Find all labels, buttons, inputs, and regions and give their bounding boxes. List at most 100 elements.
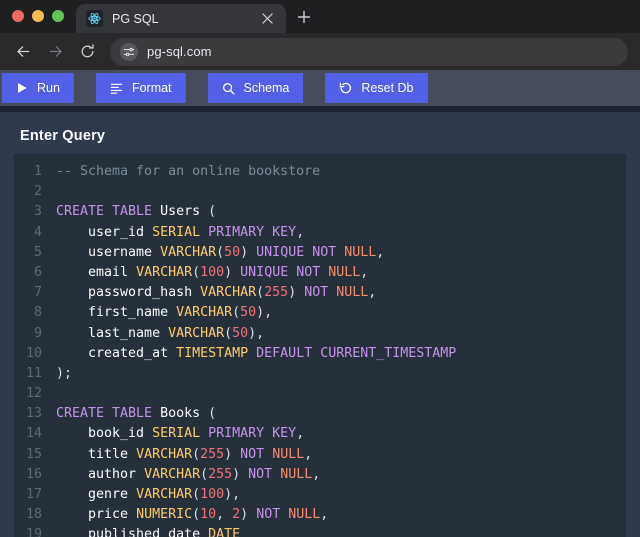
code-token: Books [160,406,201,422]
code-token: VARCHAR [136,487,193,502]
code-token: ), [256,305,273,321]
code-token: 50 [224,244,241,260]
react-logo-icon [86,10,103,27]
navigation-bar: pg-sql.com [0,33,640,70]
browser-tab-pg-sql[interactable]: PG SQL [76,4,286,33]
format-button[interactable]: Format [95,73,186,103]
code-token: VARCHAR [176,305,233,321]
reset-db-button[interactable]: Reset Db [325,73,428,103]
code-token: NULL [280,466,313,482]
code-token: UNIQUE NOT [256,244,345,260]
line-number: 13 [25,406,42,422]
page-title: Enter Query [20,128,106,144]
code-content[interactable]: -- Schema for an online bookstore CREATE… [48,154,626,537]
code-token: NOT [248,466,281,482]
sql-code-editor[interactable]: 1 2 3 4 5 6 7 8 9 10 11 12 13 14 15 16 17 18 19 -- Schema … [14,154,626,537]
line-number: 10 [25,345,42,361]
new-tab-button[interactable] [290,3,318,31]
play-icon [16,82,28,94]
code-token: ) [240,507,257,523]
code-token: ( [216,244,225,260]
code-token: , [216,507,233,523]
code-line: -- Schema for an online bookstore [56,162,626,182]
reset-db-button-label: Reset Db [361,81,414,95]
code-token: , [360,264,369,280]
code-token: 255 [264,285,289,301]
back-button[interactable] [8,37,38,67]
maximize-window-button[interactable] [52,10,64,22]
line-number: 8 [33,305,42,321]
code-token: , [312,466,321,482]
code-token: ( [192,446,201,462]
code-token: email [56,264,137,280]
format-lines-icon [110,82,123,95]
line-number: 3 [33,204,42,220]
schema-button[interactable]: Schema [207,73,304,103]
code-token: 255 [200,446,225,462]
address-bar[interactable]: pg-sql.com [110,37,628,66]
code-line: CREATE TABLE Books ( [56,404,626,424]
code-token: ) [240,244,257,260]
code-token: NULL [288,507,321,523]
code-token: ) [224,446,241,462]
run-button[interactable]: Run [2,73,74,103]
line-number: 14 [25,426,42,442]
code-token: , [368,285,377,301]
code-token: first_name [56,305,177,321]
tab-strip: PG SQL [0,0,640,33]
code-token: 255 [208,466,233,482]
code-token: , [296,426,305,442]
code-line: created_at TIMESTAMP DEFAULT CURRENT_TIM… [56,344,626,364]
code-token: 50 [232,325,249,341]
reload-button[interactable] [72,37,102,67]
code-token: CREATE TABLE [56,406,161,422]
line-number: 5 [33,244,42,260]
code-token: NULL [336,285,369,301]
line-number-gutter: 1 2 3 4 5 6 7 8 9 10 11 12 13 14 15 16 17 18 19 [14,154,48,537]
code-token: title [56,446,137,462]
close-icon[interactable] [259,10,276,27]
code-token: price [56,507,137,523]
line-number: 18 [25,507,42,523]
window-traffic-lights [0,10,76,33]
minimize-window-button[interactable] [32,10,44,22]
line-number: 2 [33,184,42,200]
code-token: ( [192,264,201,280]
code-token: Users [160,204,201,220]
code-token: last_name [56,325,169,341]
code-line: first_name VARCHAR(50), [56,303,626,323]
code-token: 2 [232,507,241,523]
code-token: user_id [56,224,153,240]
code-token: NULL [344,244,377,260]
page-viewport: Run Format Schema Reset Db Enter Query 1… [0,70,640,537]
code-token: ) [288,285,305,301]
code-token: password_hash [56,285,201,301]
code-line: title VARCHAR(255) NOT NULL, [56,445,626,465]
close-window-button[interactable] [12,10,24,22]
code-line: book_id SERIAL PRIMARY KEY, [56,424,626,444]
line-number: 4 [33,224,42,240]
code-token: , [296,224,305,240]
schema-button-label: Schema [243,81,290,95]
code-token: CREATE TABLE [56,204,161,220]
code-token: SERIAL [152,224,201,240]
code-token: VARCHAR [136,264,193,280]
line-number: 9 [33,325,42,341]
code-token: PRIMARY KEY [200,224,297,240]
code-line: published_date DATE [56,525,626,537]
code-token: NULL [328,264,361,280]
line-number: 7 [33,285,42,301]
code-token: ) [224,264,241,280]
code-token: NUMERIC [136,507,193,523]
code-token: PRIMARY KEY [200,426,297,442]
code-token: ( [256,285,265,301]
code-token: username [56,244,161,260]
tune-icon[interactable] [120,42,138,61]
code-token: TIMESTAMP [176,345,249,361]
code-token: ( [192,507,201,523]
forward-button[interactable] [40,37,70,67]
code-token: ( [224,325,233,341]
code-line: password_hash VARCHAR(255) NOT NULL, [56,283,626,303]
code-line: email VARCHAR(100) UNIQUE NOT NULL, [56,263,626,283]
